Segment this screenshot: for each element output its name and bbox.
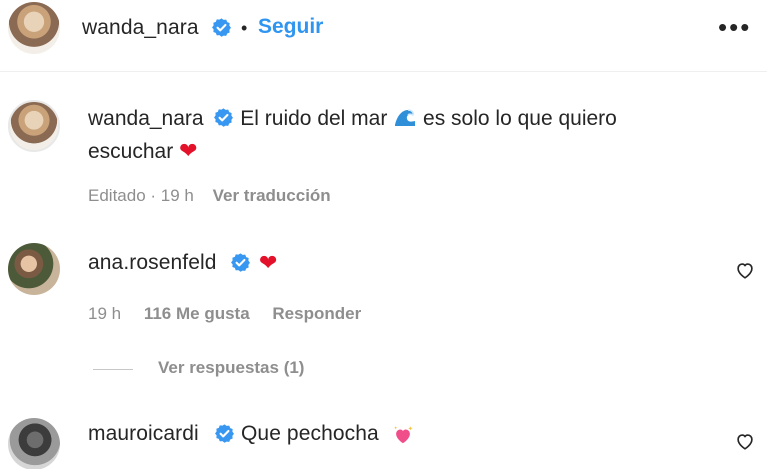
comment-time: 19 h	[88, 304, 122, 323]
replies-divider	[93, 369, 133, 370]
heart-icon: ❤	[179, 138, 198, 163]
more-options-icon[interactable]: •••	[718, 14, 751, 40]
verified-badge-icon	[212, 18, 231, 37]
verified-badge-icon	[214, 108, 234, 127]
comment-username[interactable]: mauroicardi	[88, 422, 199, 446]
follow-button[interactable]: Seguir	[258, 15, 323, 39]
like-heart-outline-icon[interactable]	[734, 259, 756, 281]
caption-username[interactable]: wanda_nara	[88, 107, 204, 130]
post-header: wanda_nara • Seguir •••	[0, 0, 767, 72]
translate-button[interactable]: Ver traducción	[213, 186, 331, 205]
verified-badge-icon	[231, 253, 250, 272]
caption-text-part2: es solo lo que quiero	[423, 107, 617, 130]
comment-avatar[interactable]	[8, 243, 60, 295]
comment-meta: 19 h 116 Me gusta Responder	[88, 304, 361, 324]
reply-button[interactable]: Responder	[272, 304, 361, 323]
comment-avatar[interactable]	[8, 418, 60, 469]
heart-icon: ❤	[259, 250, 278, 275]
caption-text-line2: escuchar	[88, 140, 174, 163]
caption-meta: Editado · 19 h Ver traducción	[88, 186, 331, 206]
instagram-comments-panel: wanda_nara • Seguir ••• wanda_nara El ru…	[0, 0, 767, 469]
caption-avatar[interactable]	[8, 100, 60, 152]
avatar[interactable]	[8, 2, 60, 54]
wave-icon	[394, 107, 417, 127]
sparkling-heart-icon	[394, 426, 413, 444]
caption-text-part1: El ruido del mar	[240, 107, 388, 130]
separator-dot: •	[241, 18, 248, 38]
view-replies-button[interactable]: Ver respuestas (1)	[158, 358, 304, 378]
header-username[interactable]: wanda_nara	[82, 16, 199, 40]
caption: wanda_nara El ruido del mar es solo lo q…	[88, 103, 728, 168]
edited-time: Editado · 19 h	[88, 186, 194, 205]
comment-text: Que pechocha	[241, 422, 379, 445]
verified-badge-icon	[215, 424, 234, 443]
comment-username[interactable]: ana.rosenfeld	[88, 251, 217, 275]
like-heart-outline-icon[interactable]	[734, 430, 756, 452]
likes-count[interactable]: 116 Me gusta	[144, 304, 250, 323]
